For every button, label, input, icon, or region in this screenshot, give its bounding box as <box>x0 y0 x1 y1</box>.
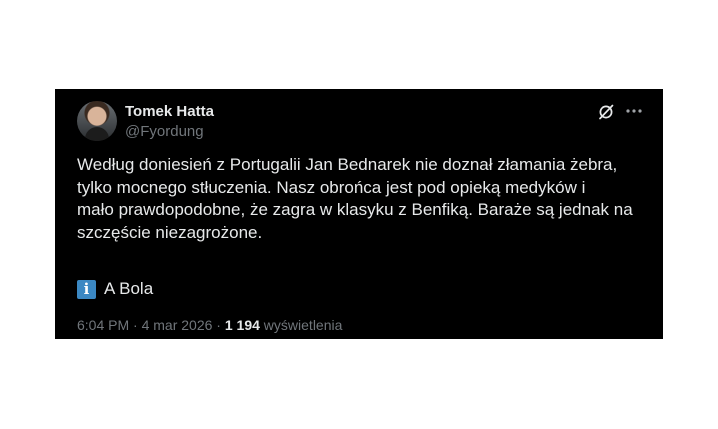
author-handle[interactable]: @Fyordung <box>125 123 204 140</box>
avatar[interactable] <box>77 101 117 141</box>
more-options-icon[interactable] <box>624 102 644 120</box>
meta-separator: · <box>129 317 142 333</box>
tweet-text-line: tylko mocnego stłuczenia. Nasz obrońca j… <box>77 177 586 197</box>
meta-separator: · <box>212 317 225 333</box>
grok-icon[interactable] <box>598 104 614 120</box>
tweet-text: Według doniesień z Portugalii Jan Bednar… <box>77 154 647 244</box>
information-icon: i <box>77 279 96 299</box>
tweet-text-line: mało prawdopodobne, że zagra w klasyku z… <box>77 200 633 219</box>
tweet-source: i A Bola <box>77 278 153 300</box>
tweet-date[interactable]: 4 mar 2026 <box>142 317 213 333</box>
views-count[interactable]: 1 194 <box>225 317 260 333</box>
tweet-text-line: Według doniesień z Portugalii Jan Bednar… <box>77 155 618 174</box>
tweet-text-line: szczęście niezagrożone. <box>77 222 263 242</box>
tweet-card: Tomek Hatta @Fyordung Według doniesień z… <box>55 89 663 339</box>
source-label: A Bola <box>104 279 154 298</box>
tweet-time[interactable]: 6:04 PM <box>77 317 129 333</box>
views-label: wyświetlenia <box>259 317 343 333</box>
author-name[interactable]: Tomek Hatta <box>125 103 214 120</box>
tweet-meta: 6:04 PM · 4 mar 2026 · 1 194 wyświetleni… <box>77 317 342 333</box>
